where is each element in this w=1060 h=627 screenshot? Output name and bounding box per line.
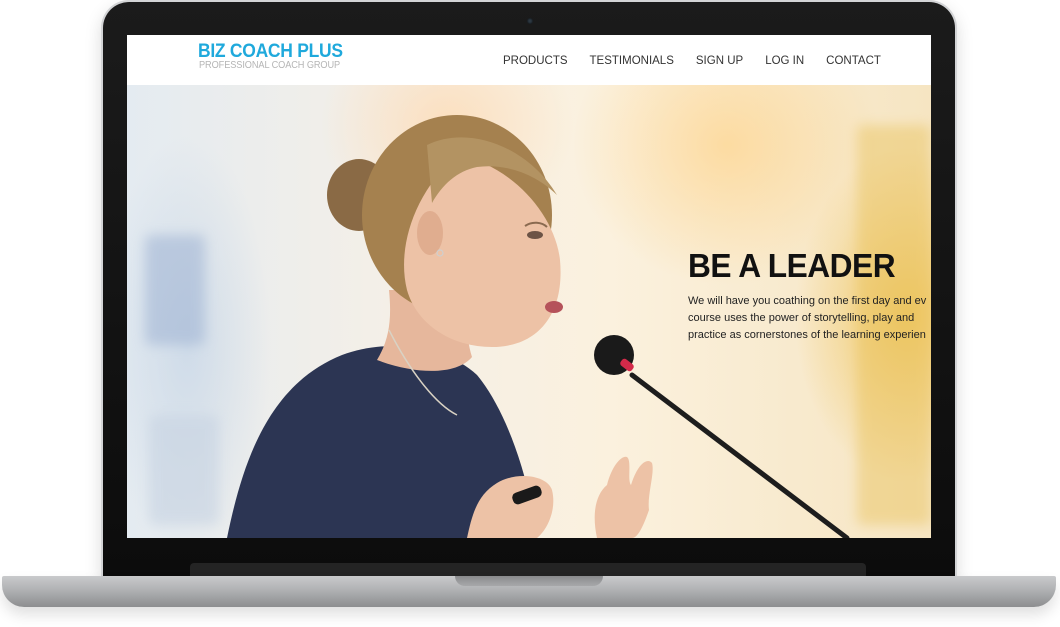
logo-subtitle: PROFESSIONAL COACH GROUP [199, 60, 341, 71]
site-header: BIZ COACH PLUS PROFESSIONAL COACH GROUP … [127, 35, 931, 85]
website-screen: BIZ COACH PLUS PROFESSIONAL COACH GROUP … [127, 35, 931, 538]
nav-testimonials[interactable]: TESTIMONIALS [590, 55, 674, 67]
nav-contact[interactable]: CONTACT [826, 55, 881, 67]
hero-description: We will have you coathing on the first d… [688, 295, 927, 341]
nav-log-in[interactable]: LOG IN [765, 55, 804, 67]
webcam-icon [527, 18, 533, 24]
laptop-bezel-bottom [190, 563, 866, 577]
laptop-opening-notch [455, 576, 603, 586]
main-nav: PRODUCTS TESTIMONIALS SIGN UP LOG IN CON… [503, 55, 903, 67]
hero-title: BE A LEADER [688, 247, 896, 284]
laptop-mockup: BIZ COACH PLUS PROFESSIONAL COACH GROUP … [0, 0, 1060, 627]
hero-section: BE A LEADER We will have you coathing on… [127, 85, 931, 538]
nav-sign-up[interactable]: SIGN UP [696, 55, 743, 67]
nav-products[interactable]: PRODUCTS [503, 55, 568, 67]
hero-text-block: BE A LEADER We will have you coathing on… [688, 247, 931, 344]
